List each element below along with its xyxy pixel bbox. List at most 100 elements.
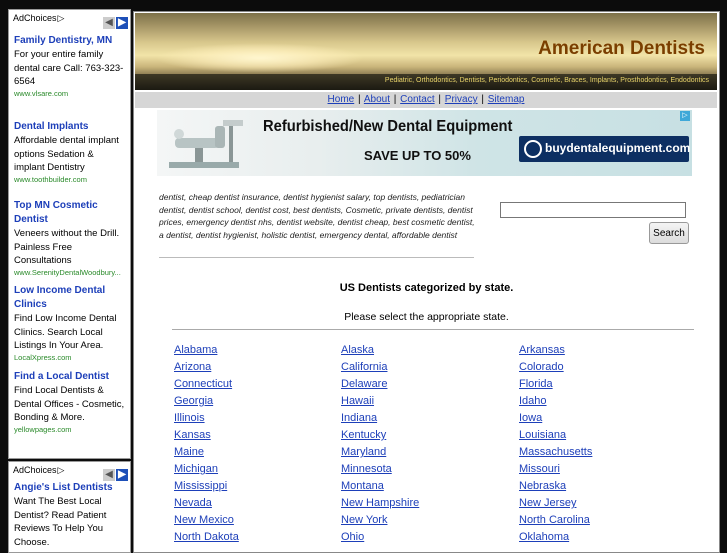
state-link[interactable]: Nebraska bbox=[519, 478, 566, 495]
ad-title[interactable]: Low Income Dental Clinics bbox=[14, 284, 127, 312]
state-link[interactable]: Ohio bbox=[341, 529, 364, 546]
ad-url[interactable]: LocalXpress.com bbox=[14, 353, 127, 363]
state-link[interactable]: New Hampshire bbox=[341, 495, 419, 512]
state-link[interactable]: Hawaii bbox=[341, 393, 374, 410]
state-link[interactable]: Minnesota bbox=[341, 461, 392, 478]
main-content: American Dentists Pediatric, Orthodontic… bbox=[133, 11, 720, 553]
ad-url[interactable]: www.toothbuilder.com bbox=[14, 175, 127, 185]
adchoices-icon: ▷ bbox=[57, 465, 65, 475]
promo-brand-logo: buydentalequipment.com bbox=[519, 136, 690, 162]
ad-close-icon[interactable]: ▶ bbox=[116, 469, 128, 481]
ad-url[interactable]: yellowpages.com bbox=[14, 425, 127, 435]
state-link[interactable]: Colorado bbox=[519, 359, 564, 376]
state-link[interactable]: Maryland bbox=[341, 444, 386, 461]
nav-separator: | bbox=[393, 94, 397, 105]
ad-url[interactable]: www.SerenityDentalWoodbury... bbox=[14, 268, 127, 278]
state-link[interactable]: Idaho bbox=[519, 393, 547, 410]
ad-description: Find Local Dentists & Dental Offices - C… bbox=[14, 385, 125, 423]
state-link[interactable]: Montana bbox=[341, 478, 384, 495]
state-link[interactable]: Mississippi bbox=[174, 478, 227, 495]
ad-info-icon[interactable]: ◀ bbox=[103, 17, 115, 29]
ad-url[interactable]: www.vlsare.com bbox=[14, 89, 127, 99]
ad-item[interactable]: Top MN Cosmetic Dentist Veneers without … bbox=[14, 199, 127, 278]
state-row: Michigan Minnesota Missouri bbox=[174, 461, 714, 478]
adchoices-icon: ▷ bbox=[57, 13, 65, 23]
state-link[interactable]: California bbox=[341, 359, 387, 376]
state-link[interactable]: Delaware bbox=[341, 376, 387, 393]
ad-info-icon[interactable]: ◀ bbox=[103, 469, 115, 481]
state-row: Arizona California Colorado bbox=[174, 359, 714, 376]
state-link[interactable]: Kentucky bbox=[341, 427, 386, 444]
nav-separator: | bbox=[438, 94, 442, 105]
ad-description: Want The Best Local Dentist? Read Patien… bbox=[14, 496, 107, 548]
ad-item[interactable]: Angie's List Dentists Want The Best Loca… bbox=[14, 481, 127, 549]
adchoices-link[interactable]: AdChoices▷ bbox=[13, 465, 64, 476]
state-row: Nevada New Hampshire New Jersey bbox=[174, 495, 714, 512]
state-link[interactable]: Alabama bbox=[174, 342, 217, 359]
ad-item[interactable]: Low Income Dental Clinics Find Low Incom… bbox=[14, 284, 127, 363]
nav-link-about[interactable]: About bbox=[364, 94, 390, 105]
state-link[interactable]: Connecticut bbox=[174, 376, 232, 393]
ad-close-icon[interactable]: ▶ bbox=[116, 17, 128, 29]
ad-description: Veneers without the Drill. Painless Free… bbox=[14, 228, 120, 266]
state-link[interactable]: Georgia bbox=[174, 393, 213, 410]
state-link[interactable]: Maine bbox=[174, 444, 204, 461]
state-link[interactable]: Kansas bbox=[174, 427, 211, 444]
state-row: New Mexico New York North Carolina bbox=[174, 512, 714, 529]
nav-separator: | bbox=[358, 94, 361, 105]
nav-link-home[interactable]: Home bbox=[328, 94, 355, 105]
state-link[interactable]: North Dakota bbox=[174, 529, 239, 546]
state-link[interactable]: Arizona bbox=[174, 359, 211, 376]
ad-title[interactable]: Find a Local Dentist bbox=[14, 370, 127, 384]
state-link[interactable]: New Jersey bbox=[519, 495, 576, 512]
ad-item[interactable]: Dental Implants Affordable dental implan… bbox=[14, 120, 127, 185]
site-banner: American Dentists Pediatric, Orthodontic… bbox=[135, 13, 717, 90]
ad-title[interactable]: Dental Implants bbox=[14, 120, 127, 134]
categories-subtitle: Please select the appropriate state. bbox=[344, 311, 509, 323]
state-row: North Dakota Ohio Oklahoma bbox=[174, 529, 714, 546]
adchoices-link[interactable]: AdChoices▷ bbox=[13, 13, 64, 24]
promo-banner-ad[interactable]: Refurbished/New Dental Equipment SAVE UP… bbox=[157, 110, 692, 176]
state-row: Maine Maryland Massachusetts bbox=[174, 444, 714, 461]
state-row: Mississippi Montana Nebraska bbox=[174, 478, 714, 495]
ad-title[interactable]: Family Dentistry, MN bbox=[14, 34, 127, 48]
nav-link-privacy[interactable]: Privacy bbox=[445, 94, 478, 105]
state-row: Alabama Alaska Arkansas bbox=[174, 342, 714, 359]
nav-link-contact[interactable]: Contact bbox=[400, 94, 434, 105]
divider bbox=[172, 329, 694, 330]
state-link[interactable]: Oklahoma bbox=[519, 529, 569, 546]
keyword-text: dentist, cheap dentist insurance, dentis… bbox=[159, 192, 475, 240]
state-row: Georgia Hawaii Idaho bbox=[174, 393, 714, 410]
state-row: Connecticut Delaware Florida bbox=[174, 376, 714, 393]
state-link[interactable]: Michigan bbox=[174, 461, 218, 478]
state-row: Illinois Indiana Iowa bbox=[174, 410, 714, 427]
brand-logo-icon bbox=[524, 140, 542, 158]
ad-title[interactable]: Angie's List Dentists bbox=[14, 481, 127, 495]
state-row: Kansas Kentucky Louisiana bbox=[174, 427, 714, 444]
state-link[interactable]: Indiana bbox=[341, 410, 377, 427]
state-link[interactable]: New York bbox=[341, 512, 387, 529]
nav-bar: Home | About | Contact | Privacy | Sitem… bbox=[135, 92, 717, 108]
state-link[interactable]: Iowa bbox=[519, 410, 542, 427]
ad-item[interactable]: Family Dentistry, MN For your entire fam… bbox=[14, 34, 127, 99]
state-link[interactable]: Florida bbox=[519, 376, 553, 393]
search-button[interactable]: Search bbox=[649, 222, 689, 244]
state-link[interactable]: Alaska bbox=[341, 342, 374, 359]
state-link[interactable]: Missouri bbox=[519, 461, 560, 478]
ad-description: Affordable dental implant options Sedati… bbox=[14, 135, 119, 173]
state-link[interactable]: Arkansas bbox=[519, 342, 565, 359]
ad-panel-top: AdChoices▷ ◀ ▶ Family Dentistry, MN For y… bbox=[8, 9, 131, 459]
ad-panel-bottom: AdChoices▷ ◀ ▶ Angie's List Dentists Want… bbox=[8, 461, 131, 553]
state-link[interactable]: Nevada bbox=[174, 495, 212, 512]
state-link[interactable]: Illinois bbox=[174, 410, 205, 427]
ad-title[interactable]: Top MN Cosmetic Dentist bbox=[14, 199, 127, 227]
state-link[interactable]: North Carolina bbox=[519, 512, 590, 529]
ad-corner-icon[interactable]: ▷ bbox=[680, 111, 690, 121]
search-input[interactable] bbox=[500, 202, 686, 218]
state-link[interactable]: Louisiana bbox=[519, 427, 566, 444]
nav-link-sitemap[interactable]: Sitemap bbox=[488, 94, 525, 105]
state-link[interactable]: Massachusetts bbox=[519, 444, 592, 461]
dental-chair-image bbox=[169, 120, 243, 168]
ad-item[interactable]: Find a Local Dentist Find Local Dentists… bbox=[14, 370, 127, 435]
state-link[interactable]: New Mexico bbox=[174, 512, 234, 529]
